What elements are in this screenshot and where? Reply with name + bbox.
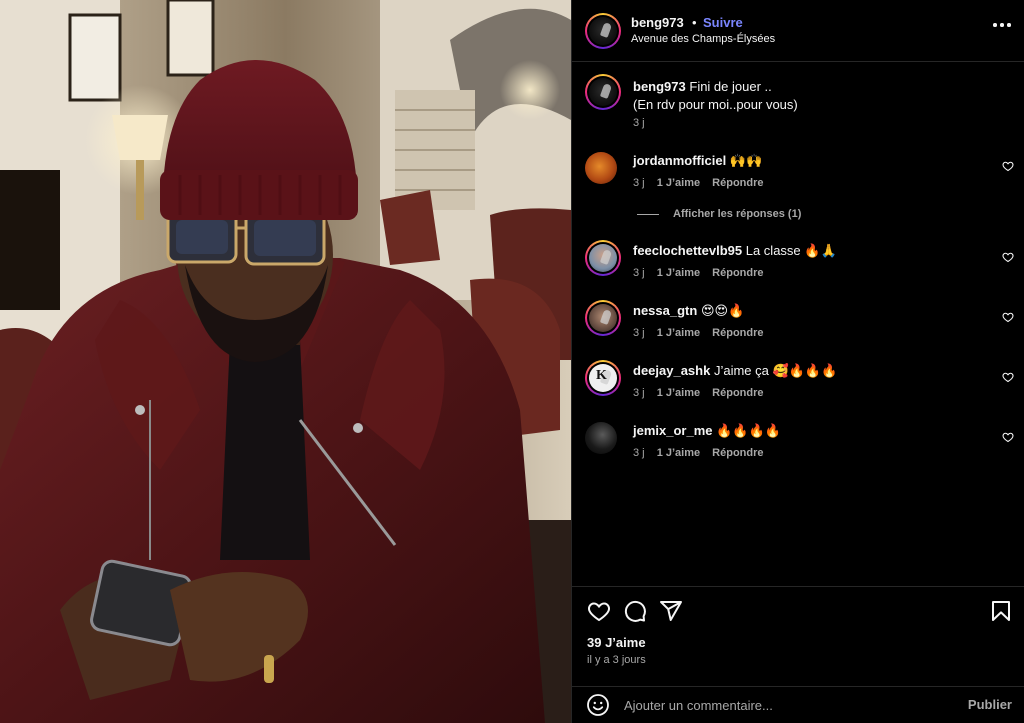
comment-time: 3 j [633,327,645,339]
heart-icon[interactable] [1002,251,1014,263]
comment-text: jordanmofficiel 🙌🙌 [633,152,993,170]
comment-likes[interactable]: 1 J’aime [657,327,700,339]
commenter-avatar[interactable] [585,152,617,184]
commenter-avatar[interactable] [585,422,617,454]
heart-icon[interactable] [1002,311,1014,323]
caption-line-1: Fini de jouer .. [689,79,772,94]
caption-avatar[interactable] [585,74,621,110]
emoji-icon[interactable] [586,693,610,717]
comment-meta: 3 j 1 J’aime Répondre [633,387,773,399]
comment-text: nessa_gtn 😍😍🔥 [633,302,993,320]
comment-username[interactable]: feeclochettevlb95 [633,243,742,258]
reply-button[interactable]: Répondre [712,267,763,279]
comment-time: 3 j [633,447,645,459]
separator-dot: • [692,15,697,30]
post-side-panel: beng973 • Suivre Avenue des Champs-Élysé… [571,0,1024,723]
author-avatar[interactable] [585,13,621,49]
show-replies-label: Afficher les réponses (1) [673,208,802,220]
comment-meta: 3 j 1 J’aime Répondre [633,177,773,189]
comment-meta: 3 j 1 J’aime Répondre [633,447,773,459]
author-username[interactable]: beng973 [631,15,684,30]
comment-username[interactable]: nessa_gtn [633,303,697,318]
caption-meta: 3 j [633,117,654,129]
post-header: beng973 • Suivre Avenue des Champs-Élysé… [572,0,1024,62]
comment-body: La classe 🔥🙏 [745,243,837,258]
caption-line-2: (En rdv pour moi..pour vous) [633,97,798,112]
post-actions: 39 J’aime il y a 3 jours [572,586,1024,686]
comment-text: deejay_ashk J’aime ça 🥰🔥🔥🔥 [633,362,993,380]
comment-input[interactable] [624,695,944,715]
follow-button[interactable]: Suivre [703,15,743,30]
caption-username[interactable]: beng973 [633,79,686,94]
add-comment-bar: Publier [572,686,1024,723]
commenter-avatar-letter: K [596,368,607,383]
show-replies-button[interactable]: Afficher les réponses (1) [637,208,801,220]
comment-meta: 3 j 1 J’aime Répondre [633,267,773,279]
comment-body: 🙌🙌 [729,153,763,168]
share-icon[interactable] [659,599,683,623]
heart-icon[interactable] [1002,431,1014,443]
posted-time: il y a 3 jours [587,654,646,666]
comment-username[interactable]: deejay_ashk [633,363,710,378]
comment-body: 🔥🔥🔥🔥 [716,423,781,438]
heart-icon[interactable] [1002,371,1014,383]
comment-likes[interactable]: 1 J’aime [657,177,700,189]
post-location[interactable]: Avenue des Champs-Élysées [631,33,775,45]
reply-button[interactable]: Répondre [712,387,763,399]
caption-text: beng973 Fini de jouer .. (En rdv pour mo… [633,78,993,114]
comment-username[interactable]: jemix_or_me [633,423,713,438]
comment-time: 3 j [633,267,645,279]
comment-time: 3 j [633,387,645,399]
caption-time: 3 j [633,117,645,129]
replies-line [637,213,659,215]
commenter-avatar[interactable] [585,240,621,276]
bookmark-icon[interactable] [989,599,1013,623]
comment-body: J’aime ça 🥰🔥🔥🔥 [713,363,838,378]
likes-count[interactable]: 39 J’aime [587,635,646,650]
comment-text: feeclochettevlb95 La classe 🔥🙏 [633,242,993,260]
comment-icon[interactable] [623,599,647,623]
heart-icon[interactable] [587,599,611,623]
comment-time: 3 j [633,177,645,189]
comment-text: jemix_or_me 🔥🔥🔥🔥 [633,422,993,440]
reply-button[interactable]: Répondre [712,177,763,189]
comment-username[interactable]: jordanmofficiel [633,153,726,168]
reply-button[interactable]: Répondre [712,327,763,339]
comment-likes[interactable]: 1 J’aime [657,267,700,279]
comment-likes[interactable]: 1 J’aime [657,387,700,399]
reply-button[interactable]: Répondre [712,447,763,459]
publish-button[interactable]: Publier [968,697,1012,712]
more-horizontal-icon[interactable] [993,22,1011,28]
comment-body: 😍😍🔥 [700,303,745,318]
post-photo-illustration [0,0,571,723]
comment-meta: 3 j 1 J’aime Répondre [633,327,773,339]
comment-likes[interactable]: 1 J’aime [657,447,700,459]
commenter-avatar[interactable] [585,300,621,336]
heart-icon[interactable] [1002,160,1014,172]
post-photo[interactable] [0,0,571,723]
